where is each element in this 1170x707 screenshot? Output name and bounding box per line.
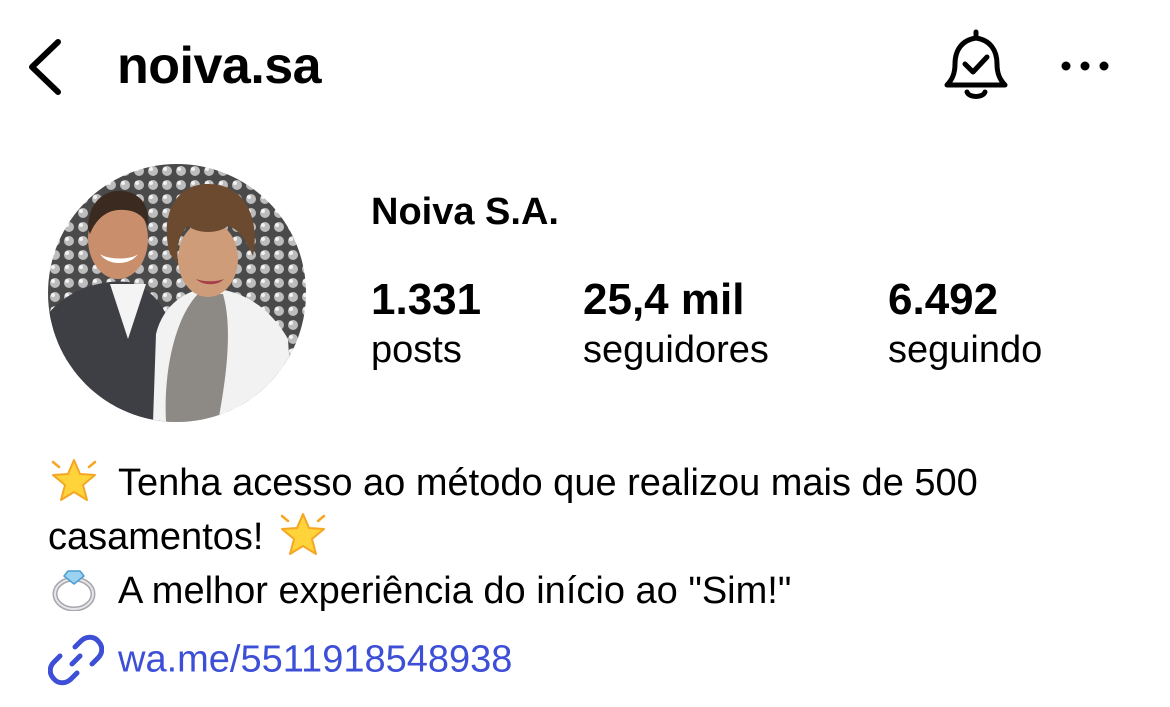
more-options-button[interactable]: [1056, 46, 1116, 86]
followers-count: 25,4 mil: [583, 275, 745, 324]
followers-stat[interactable]: 25,4 mil seguidores: [583, 272, 769, 376]
link-icon: [48, 634, 104, 686]
avatar-photo: [48, 164, 306, 422]
posts-stat[interactable]: 1.331 posts: [371, 272, 481, 376]
bio-text-3: A melhor experiência do início ao "Sim!": [118, 570, 792, 612]
posts-label: posts: [371, 329, 462, 371]
top-bar: noiva.sa: [0, 0, 1170, 130]
glowing-star-emoji: [281, 513, 326, 555]
profile-avatar[interactable]: [48, 164, 306, 422]
profile-bio: Tenha acesso ao método que realizou mais…: [48, 456, 1148, 618]
bell-check-icon: [944, 29, 1008, 99]
following-stat[interactable]: 6.492 seguindo: [888, 272, 1042, 376]
chevron-left-icon: [29, 39, 61, 95]
notifications-button[interactable]: [940, 28, 1012, 104]
profile-display-name: Noiva S.A.: [371, 191, 559, 233]
followers-label: seguidores: [583, 329, 769, 371]
bio-line-2: casamentos!: [48, 510, 1148, 564]
profile-link[interactable]: wa.me/5511918548938: [48, 632, 512, 692]
back-button[interactable]: [22, 34, 72, 100]
ring-emoji: [52, 570, 96, 611]
following-label: seguindo: [888, 329, 1043, 371]
glowing-star-emoji: [51, 459, 97, 501]
bio-text-2: casamentos!: [48, 516, 264, 558]
profile-username: noiva.sa: [117, 37, 322, 95]
bio-line-3: A melhor experiência do início ao "Sim!": [48, 564, 1148, 618]
profile-link-text[interactable]: wa.me/5511918548938: [118, 639, 512, 681]
posts-count: 1.331: [371, 275, 482, 324]
more-horizontal-icon: [1061, 61, 1109, 71]
bio-line-1: Tenha acesso ao método que realizou mais…: [48, 456, 1148, 510]
bio-text-1: Tenha acesso ao método que realizou mais…: [118, 462, 978, 504]
following-count: 6.492: [888, 275, 999, 324]
